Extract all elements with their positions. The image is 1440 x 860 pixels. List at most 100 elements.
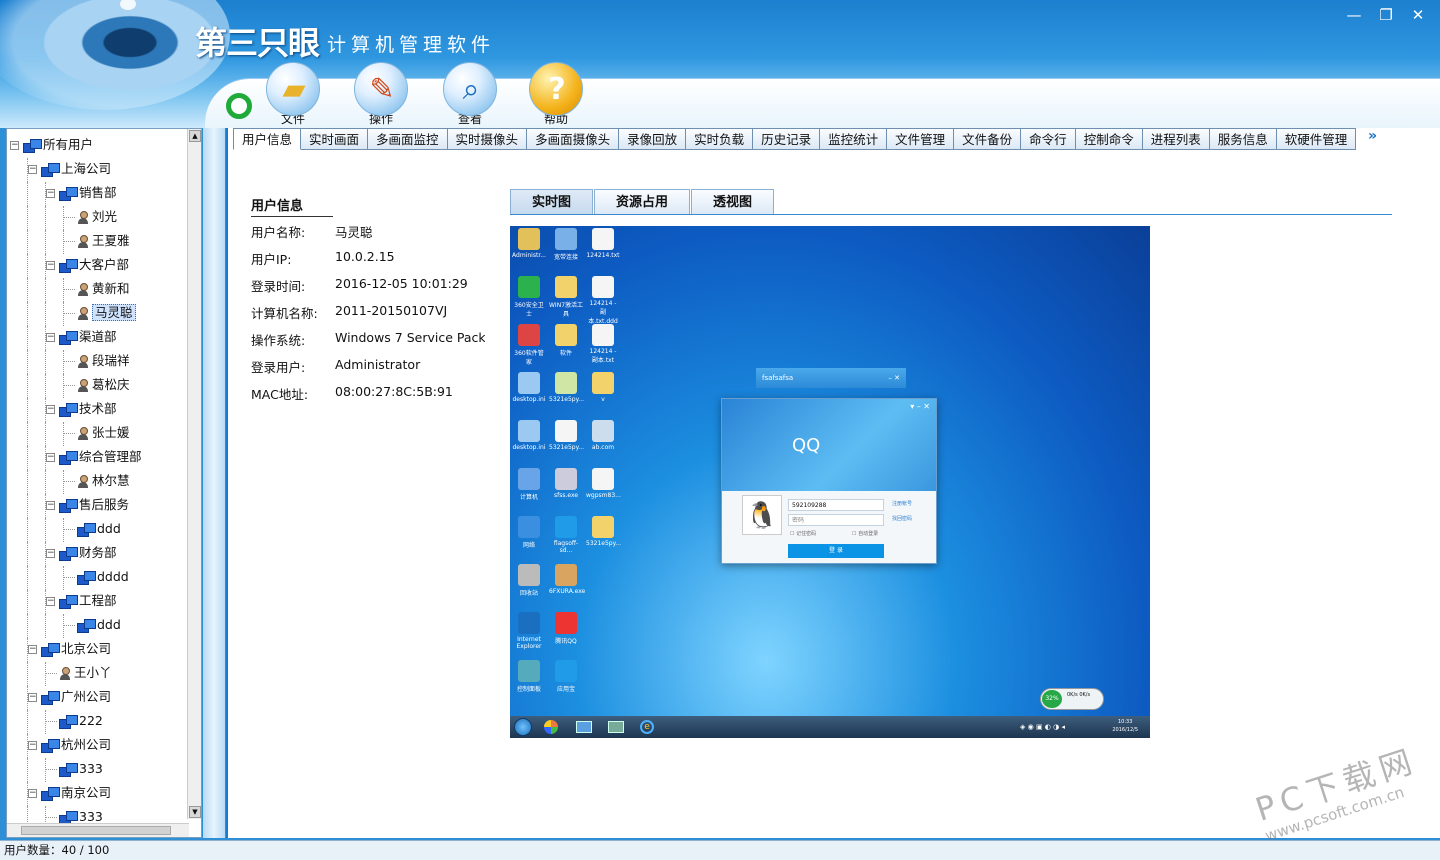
collapse-icon[interactable]: − <box>28 789 37 798</box>
tree-group-node[interactable]: − 所有用户 <box>10 134 93 156</box>
speed-widget[interactable]: 32% 0K/s 0K/s <box>1040 688 1104 710</box>
collapse-icon[interactable]: − <box>46 405 55 414</box>
tab-15[interactable]: 软硬件管理 <box>1276 128 1357 150</box>
qq-window-controls-icon[interactable]: ▾ – ✕ <box>910 402 930 411</box>
scroll-up-icon[interactable]: ▲ <box>189 130 201 142</box>
collapse-icon[interactable]: − <box>46 189 55 198</box>
tab-0[interactable]: 用户信息 <box>233 128 302 150</box>
qq-login-button[interactable]: 登 录 <box>788 544 884 558</box>
subtab-0[interactable]: 实时图 <box>510 189 594 215</box>
tree-user-node[interactable]: 刘光 <box>77 206 117 228</box>
tree-group-node[interactable]: dddd <box>77 566 129 588</box>
tab-3[interactable]: 实时摄像头 <box>447 128 528 150</box>
desktop-icon[interactable]: 5321e5py... <box>586 516 621 547</box>
desktop-icon[interactable]: 5321e5py... <box>549 372 584 403</box>
collapse-icon[interactable]: − <box>46 501 55 510</box>
tab-14[interactable]: 服务信息 <box>1209 128 1277 150</box>
desktop-icon[interactable]: 控制面板 <box>512 660 546 693</box>
close-button[interactable]: ✕ <box>1404 4 1432 26</box>
desktop-icon[interactable]: 5321e5py... <box>549 420 584 451</box>
tab-5[interactable]: 录像回放 <box>619 128 687 150</box>
desktop-icon[interactable]: sfss.exe <box>549 468 583 499</box>
tree-horizontal-scrollbar[interactable] <box>7 823 189 837</box>
qq-autologin-checkbox[interactable]: ☐ 自动登录 <box>852 530 878 537</box>
desktop-icon[interactable]: v <box>586 372 620 403</box>
scroll-down-icon[interactable]: ▼ <box>189 806 201 818</box>
tree-user-node[interactable]: 王小丫 <box>59 662 112 684</box>
qq-remember-checkbox[interactable]: ☐ 记住密码 <box>790 530 816 537</box>
help-tool-button[interactable]: ? 帮助 <box>523 62 589 127</box>
collapse-icon[interactable]: − <box>10 141 19 150</box>
tree-group-node[interactable]: ddd <box>77 518 121 540</box>
desktop-icon[interactable]: 360安全卫士 <box>512 276 546 318</box>
tab-2[interactable]: 多画面监控 <box>368 128 448 150</box>
more-tabs-icon[interactable]: » <box>1368 128 1377 144</box>
tab-11[interactable]: 命令行 <box>1021 128 1076 150</box>
tree-group-node[interactable]: − 销售部 <box>46 182 117 204</box>
desktop-icon[interactable]: wgpsm83... <box>586 468 621 499</box>
desktop-icon[interactable]: Internet Explorer <box>512 612 546 650</box>
desktop-icon[interactable]: flagsoff-sd... <box>549 516 583 554</box>
desktop-icon[interactable]: 软件 <box>549 324 583 357</box>
desktop-icon[interactable]: 宽带连接 <box>549 228 583 261</box>
tree-user-node[interactable]: 张士媛 <box>77 422 130 444</box>
tree-group-node[interactable]: ddd <box>77 614 121 636</box>
desktop-icon[interactable]: desktop.ini <box>512 420 546 451</box>
windows-start-icon[interactable] <box>514 718 532 736</box>
small-window-titlebar[interactable]: fsafsafsa – ✕ <box>756 368 906 388</box>
tree-group-node[interactable]: − 上海公司 <box>28 158 111 180</box>
tab-7[interactable]: 历史记录 <box>753 128 821 150</box>
tree-user-node[interactable]: 段瑞祥 <box>77 350 130 372</box>
tree-user-node[interactable]: 葛松庆 <box>77 374 130 396</box>
collapse-icon[interactable]: − <box>46 333 55 342</box>
collapse-icon[interactable]: − <box>28 645 37 654</box>
remote-desktop-view[interactable]: Administr... 宽带连接 124214.txt 360安全卫士 WIN7激活工… <box>510 226 1150 738</box>
view-tool-button[interactable]: ⌕ 查看 <box>437 62 503 127</box>
desktop-icon[interactable]: 计算机 <box>512 468 546 501</box>
file-tool-button[interactable]: ▰ 文件 <box>260 62 326 127</box>
small-window-close-icon[interactable]: – ✕ <box>888 368 900 388</box>
tree-group-node[interactable]: − 大客户部 <box>46 254 129 276</box>
tree-user-node[interactable]: 黄新和 <box>77 278 130 300</box>
tree-group-node[interactable]: − 售后服务 <box>46 494 129 516</box>
tree-group-node[interactable]: − 广州公司 <box>28 686 111 708</box>
collapse-icon[interactable]: − <box>28 165 37 174</box>
tab-8[interactable]: 监控统计 <box>820 128 888 150</box>
collapse-icon[interactable]: − <box>46 597 55 606</box>
maximize-button[interactable]: ❐ <box>1372 4 1400 26</box>
desktop-icon[interactable]: 360软件管家 <box>512 324 546 366</box>
desktop-icon[interactable]: Administr... <box>512 228 546 259</box>
tree-group-node[interactable]: 333 <box>59 758 103 780</box>
refresh-icon[interactable] <box>226 93 252 119</box>
desktop-icon[interactable]: 124214.txt <box>586 228 620 259</box>
desktop-icon[interactable]: 腾讯QQ <box>549 612 583 645</box>
qq-login-window[interactable]: ▾ – ✕ QQ 🐧 592109288 密码 注册帐号 找回密码 ☐ 记住密码… <box>721 398 937 564</box>
qq-register-link[interactable]: 注册帐号 <box>892 500 912 507</box>
tab-1[interactable]: 实时画面 <box>301 128 369 150</box>
qq-password-field[interactable]: 密码 <box>788 514 884 526</box>
tree-group-node[interactable]: − 渠道部 <box>46 326 117 348</box>
tab-12[interactable]: 控制命令 <box>1075 128 1143 150</box>
ie-taskbar-icon[interactable]: e <box>640 720 654 734</box>
desktop-icon[interactable]: 124214 - 副本.txt.ddd <box>586 276 620 325</box>
tree-group-node[interactable]: − 综合管理部 <box>46 446 142 468</box>
tree-group-node[interactable]: − 财务部 <box>46 542 117 564</box>
tree-user-node[interactable]: 马灵聪 <box>77 302 136 324</box>
tree-user-node[interactable]: 王夏雅 <box>77 230 130 252</box>
subtab-1[interactable]: 资源占用 <box>594 189 691 215</box>
collapse-icon[interactable]: − <box>46 261 55 270</box>
tab-9[interactable]: 文件管理 <box>887 128 955 150</box>
tree-group-node[interactable]: − 工程部 <box>46 590 117 612</box>
desktop-icon[interactable]: desktop.ini <box>512 372 546 403</box>
collapse-icon[interactable]: − <box>28 741 37 750</box>
tree-group-node[interactable]: − 北京公司 <box>28 638 111 660</box>
qq-forgot-link[interactable]: 找回密码 <box>892 515 912 522</box>
monitor-taskbar-icon[interactable] <box>576 721 592 733</box>
user-tree-panel[interactable]: − 所有用户 − 上海公司 − 销售部 刘光 王夏雅 − 大客户部 黄新和 马灵聪 − 渠道部 段瑞祥 葛松庆… <box>6 128 202 838</box>
tab-13[interactable]: 进程列表 <box>1142 128 1210 150</box>
qq-account-field[interactable]: 592109288 <box>788 499 884 511</box>
tree-group-node[interactable]: − 技术部 <box>46 398 117 420</box>
desktop-icon[interactable]: 回收站 <box>512 564 546 597</box>
tree-vertical-scrollbar[interactable]: ▲ ▼ <box>187 129 201 819</box>
desktop-icon[interactable]: 网络 <box>512 516 546 549</box>
